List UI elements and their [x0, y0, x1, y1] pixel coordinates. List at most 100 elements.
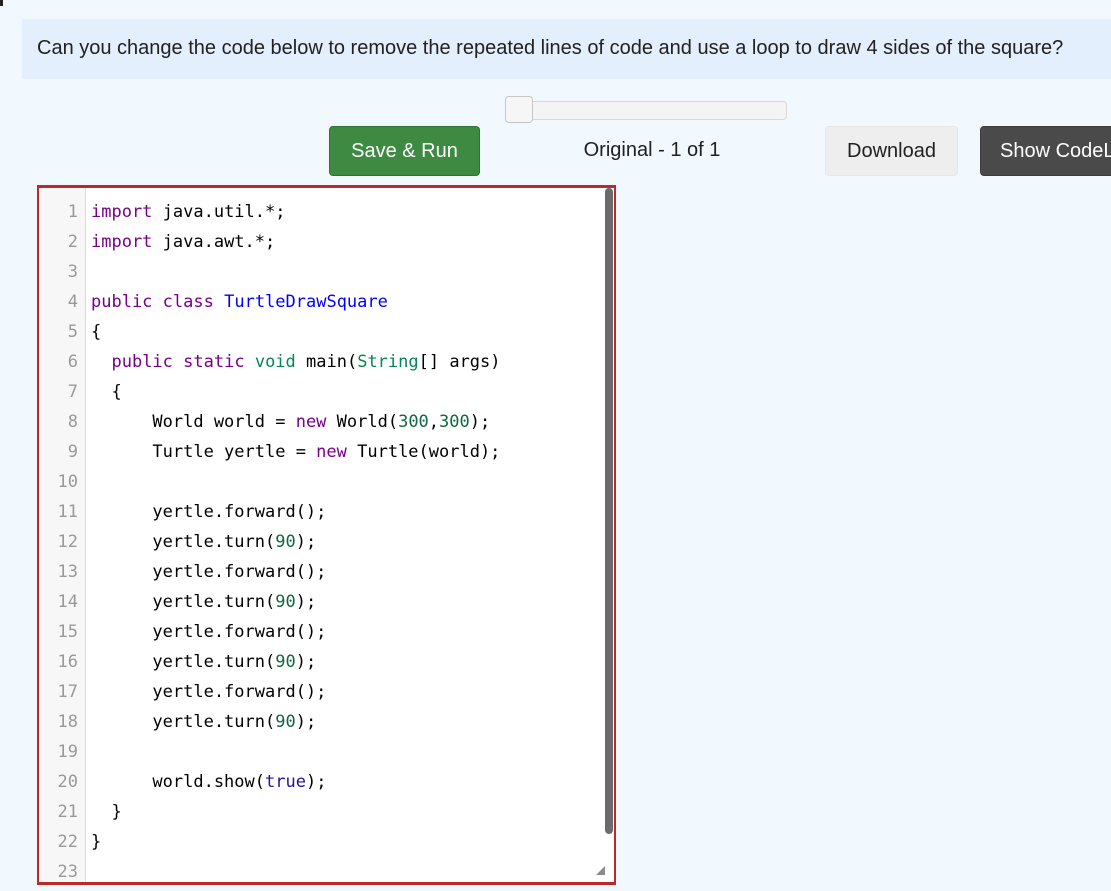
code-line[interactable]: 16 yertle.turn(90);	[39, 647, 614, 677]
code-lines[interactable]: 1 import java.util.*; 2 import java.awt.*; 3…	[39, 197, 614, 882]
code-text[interactable]: yertle.turn(90);	[91, 647, 316, 677]
code-text[interactable]: yertle.forward();	[91, 557, 326, 587]
line-number: 12	[57, 532, 78, 552]
resize-grip-icon[interactable]	[596, 866, 605, 875]
save-and-run-button[interactable]: Save & Run	[329, 126, 480, 176]
code-token: import	[91, 232, 153, 252]
code-text[interactable]: {	[91, 317, 101, 347]
code-token: java.awt.*;	[152, 232, 276, 252]
code-line[interactable]: 21 }	[39, 797, 614, 827]
question-text: Can you change the code below to remove …	[37, 37, 1064, 59]
code-token: Turtle(world);	[346, 442, 501, 462]
code-token: 90	[275, 532, 296, 552]
line-number: 9	[67, 442, 78, 462]
code-line[interactable]: 13 yertle.forward();	[39, 557, 614, 587]
code-line[interactable]: 19	[39, 737, 614, 767]
question-prompt: Can you change the code below to remove …	[22, 19, 1111, 79]
code-text[interactable]: yertle.turn(90);	[91, 707, 316, 737]
code-token: String	[357, 352, 419, 372]
code-line[interactable]: 18 yertle.turn(90);	[39, 707, 614, 737]
code-token: class	[162, 292, 214, 312]
code-line[interactable]: 4 public class TurtleDrawSquare	[39, 287, 614, 317]
code-token: {	[91, 382, 122, 402]
line-number: 5	[67, 322, 78, 342]
download-button[interactable]: Download	[825, 126, 958, 176]
code-line[interactable]: 20 world.show(true);	[39, 767, 614, 797]
code-text[interactable]: import java.util.*;	[91, 197, 285, 227]
line-number: 16	[57, 652, 78, 672]
code-token: {	[91, 322, 102, 342]
code-text[interactable]: yertle.forward();	[91, 677, 326, 707]
history-slider-track[interactable]	[506, 101, 787, 120]
code-line[interactable]: 12 yertle.turn(90);	[39, 527, 614, 557]
code-text[interactable]: yertle.forward();	[91, 617, 326, 647]
code-token: World world =	[91, 412, 296, 432]
code-line[interactable]: 7 {	[39, 377, 614, 407]
code-token: main(	[295, 352, 358, 372]
line-number: 23	[57, 862, 78, 882]
code-token: TurtleDrawSquare	[224, 292, 388, 312]
code-line[interactable]: 5{	[39, 317, 614, 347]
code-line[interactable]: 14 yertle.turn(90);	[39, 587, 614, 617]
code-text[interactable]: world.show(true);	[91, 767, 326, 797]
code-token: 90	[275, 712, 296, 732]
code-token: public	[91, 292, 153, 312]
code-line[interactable]: 23	[39, 857, 614, 882]
history-slider-handle[interactable]	[505, 96, 533, 123]
code-token: [] args)	[418, 352, 501, 372]
code-token: 90	[275, 652, 296, 672]
line-number: 2	[67, 232, 78, 252]
line-number: 14	[57, 592, 78, 612]
code-line[interactable]: 3	[39, 257, 614, 287]
code-text[interactable]: World world = new World(300,300);	[91, 407, 490, 437]
code-text[interactable]: yertle.turn(90);	[91, 527, 316, 557]
code-text[interactable]: yertle.turn(90);	[91, 587, 316, 617]
code-line[interactable]: 15 yertle.forward();	[39, 617, 614, 647]
code-line[interactable]: 6 public static void main(String[] args)	[39, 347, 614, 377]
code-token: World(	[326, 412, 399, 432]
code-text[interactable]: yertle.forward();	[91, 497, 326, 527]
code-line[interactable]: 1 import java.util.*;	[39, 197, 614, 227]
code-token: yertle.forward();	[91, 502, 327, 522]
line-number: 11	[57, 502, 78, 522]
line-number: 18	[57, 712, 78, 732]
code-line[interactable]: 11 yertle.forward();	[39, 497, 614, 527]
code-line[interactable]: 17 yertle.forward();	[39, 677, 614, 707]
code-text[interactable]: }	[91, 797, 121, 827]
version-label: Original - 1 of 1	[583, 139, 721, 161]
editor-scrollbar[interactable]	[605, 188, 613, 834]
code-token: yertle.turn(	[91, 532, 276, 552]
line-number: 20	[57, 772, 78, 792]
code-token: java.util.*;	[152, 202, 286, 222]
code-line[interactable]: 9 Turtle yertle = new Turtle(world);	[39, 437, 614, 467]
line-number: 15	[57, 622, 78, 642]
line-number: 21	[57, 802, 78, 822]
code-token: yertle.turn(	[91, 712, 276, 732]
code-line[interactable]: 22}	[39, 827, 614, 857]
code-text[interactable]: }	[91, 827, 101, 857]
code-token: import	[91, 202, 153, 222]
code-token: true	[265, 772, 306, 792]
code-line[interactable]: 8 World world = new World(300,300);	[39, 407, 614, 437]
code-token: new	[316, 442, 347, 462]
code-text[interactable]: import java.awt.*;	[91, 227, 275, 257]
code-text[interactable]: public class TurtleDrawSquare	[91, 287, 388, 317]
code-token: world.show(	[91, 772, 265, 792]
code-text[interactable]: public static void main(String[] args)	[91, 347, 501, 377]
code-token: }	[91, 832, 102, 852]
code-text[interactable]: {	[91, 377, 122, 407]
show-codelens-button[interactable]: Show CodeLens	[980, 126, 1111, 176]
code-token: static	[183, 352, 245, 372]
code-line[interactable]: 2 import java.awt.*;	[39, 227, 614, 257]
line-number: 22	[57, 832, 78, 852]
code-token: yertle.turn(	[91, 652, 276, 672]
code-token: yertle.forward();	[91, 562, 327, 582]
code-token: 90	[275, 592, 296, 612]
code-editor[interactable]: 1 import java.util.*; 2 import java.awt.*; 3…	[37, 185, 616, 885]
code-text[interactable]: Turtle yertle = new Turtle(world);	[91, 437, 500, 467]
code-line[interactable]: 10	[39, 467, 614, 497]
